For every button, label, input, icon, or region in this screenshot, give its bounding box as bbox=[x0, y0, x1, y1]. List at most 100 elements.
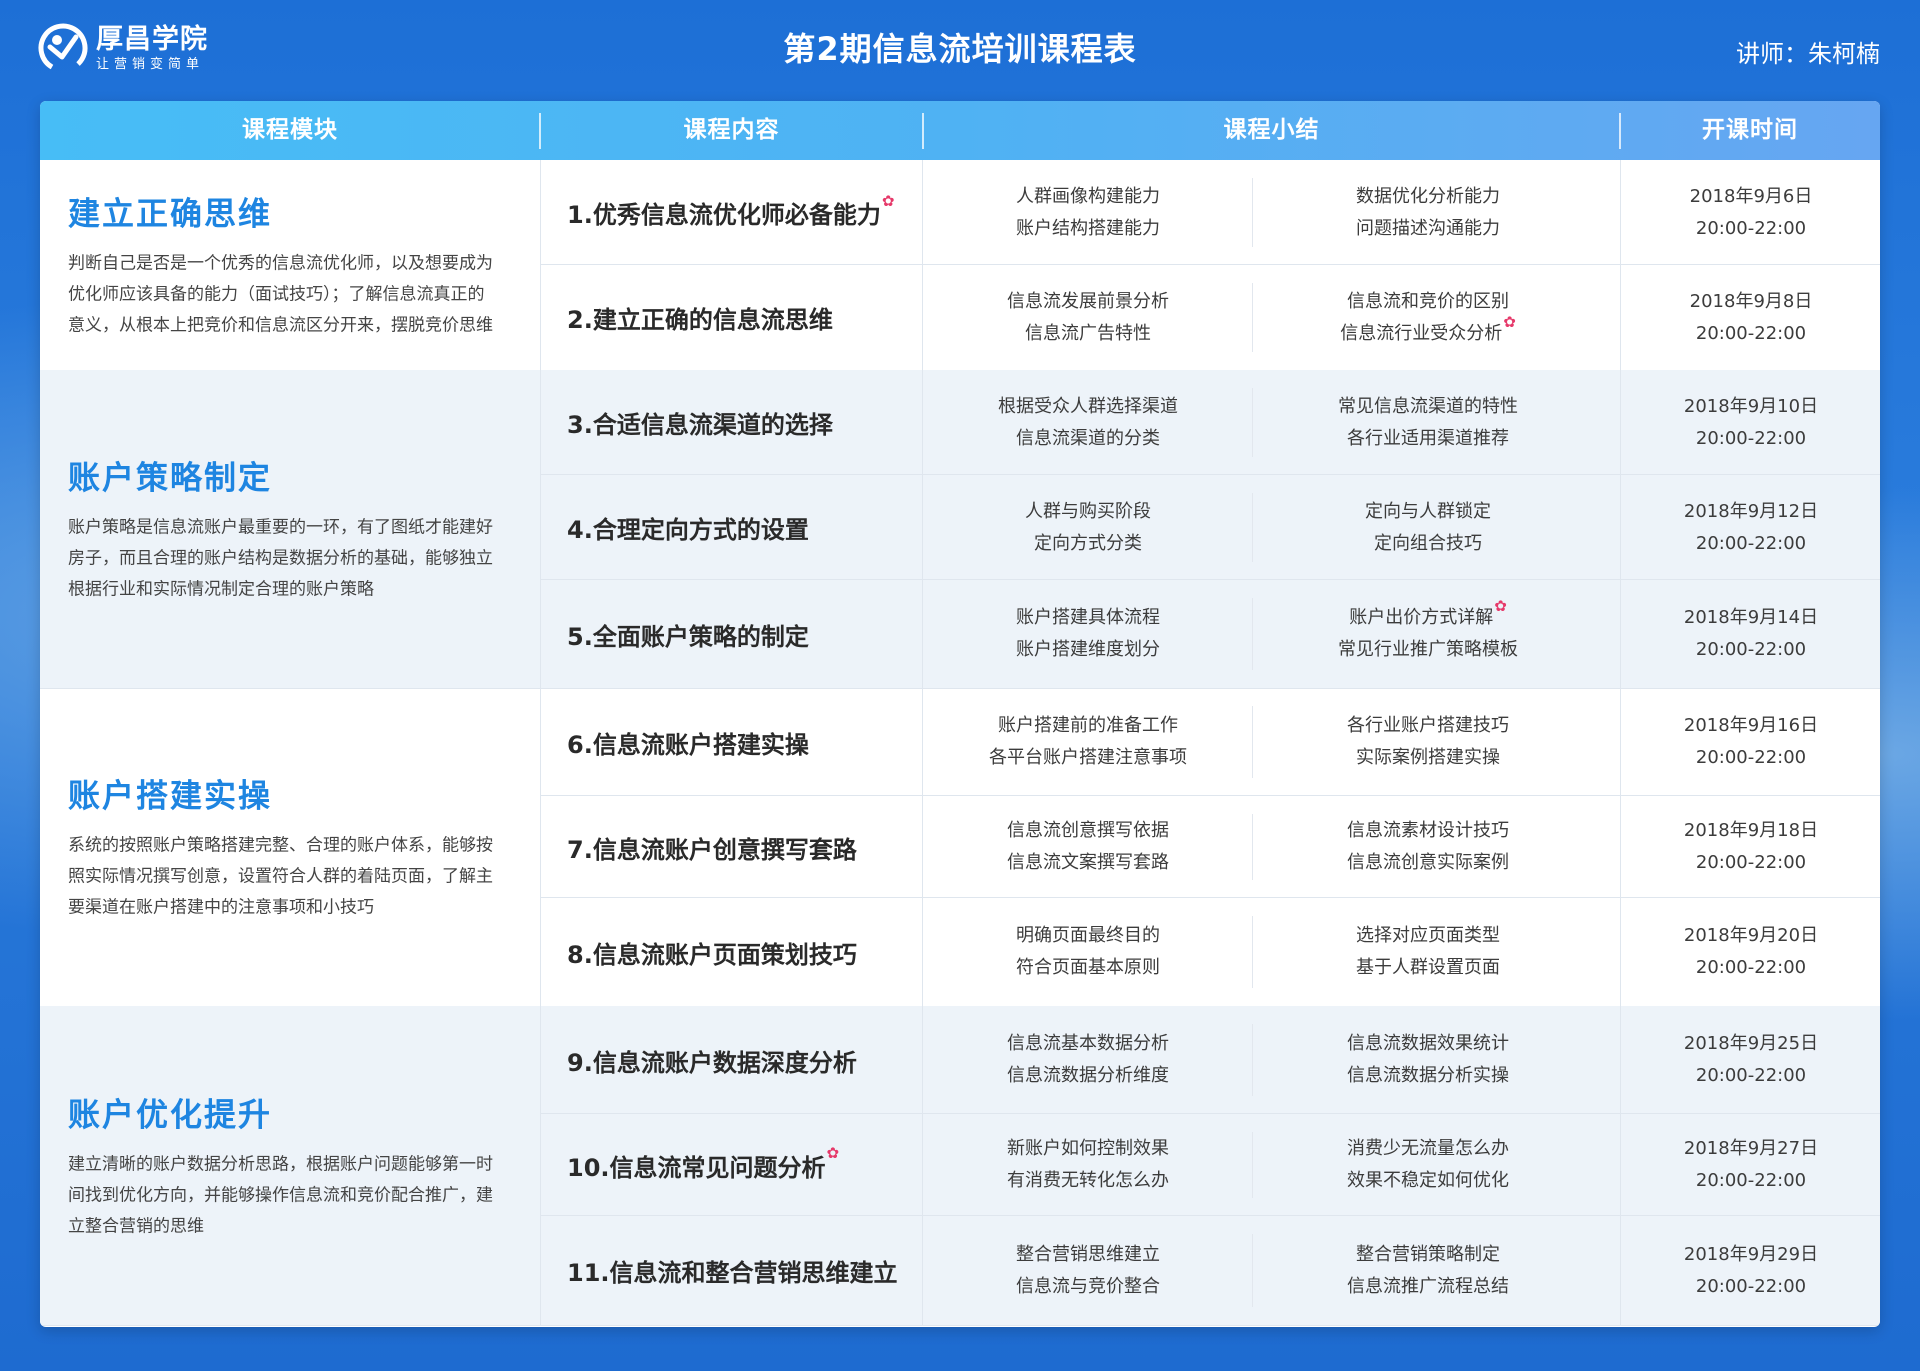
summary-item: 实际案例搭建实操 bbox=[1356, 742, 1500, 774]
module-cell: 账户搭建实操 系统的按照账户策略搭建完整、合理的账户体系，能够按照实际情况撰写创意… bbox=[40, 688, 541, 1006]
summary-item: 选择对应页面类型 bbox=[1356, 920, 1500, 952]
class-time: 20:00-22:00 bbox=[1695, 217, 1807, 239]
summary-item: 基于人群设置页面 bbox=[1356, 952, 1500, 984]
summary-cell: 整合营销策略制定 信息流推广流程总结 bbox=[1253, 1216, 1603, 1325]
module-section: 建立正确思维 判断自己是否是一个优秀的信息流优化师，以及想要成为优化师应该具备的能… bbox=[40, 160, 1880, 371]
summary-text: 整合营销思维建立 bbox=[1016, 1243, 1160, 1265]
summary-text: 信息流创意实际案例 bbox=[1347, 852, 1509, 873]
schedule-time-cell: 2018年9月8日 20:00-22:00 bbox=[1620, 265, 1880, 370]
lesson-cell: 9.信息流账户数据深度分析 bbox=[540, 1006, 923, 1114]
schedule-time-cell: 2018年9月20日 20:00-22:00 bbox=[1620, 898, 1880, 1006]
summary-cell: 常见信息流渠道的特性 各行业适用渠道推荐 bbox=[1253, 370, 1603, 475]
class-date: 2018年9月18日 bbox=[1683, 820, 1819, 841]
summary-text: 整合营销策略制定 bbox=[1356, 1243, 1500, 1265]
summary-cell: 根据受众人群选择渠道信息流渠道的分类 bbox=[923, 370, 1253, 475]
lesson-title: 9.信息流账户数据深度分析 bbox=[567, 1048, 857, 1077]
lesson-title: 10.信息流常见问题分析 bbox=[567, 1153, 826, 1182]
column-header-summary: 课程小结 bbox=[1223, 117, 1320, 143]
summary-text: 定向方式分类 bbox=[1034, 532, 1142, 554]
summary-text: 信息流数据分析维度 bbox=[1007, 1065, 1169, 1086]
module-info: 账户优化提升 建立清晰的账户数据分析思路，根据账户问题能够第一时间找到优化方向，并… bbox=[68, 1089, 500, 1242]
module-title: 账户策略制定 bbox=[68, 458, 273, 497]
summary-item: 新账户如何控制效果 bbox=[1007, 1133, 1169, 1165]
module-title: 账户搭建实操 bbox=[68, 776, 273, 815]
summary-item: 账户出价方式详解✿ bbox=[1349, 597, 1507, 634]
summary-cell: 信息流和竞价的区别 信息流行业受众分析✿ bbox=[1253, 265, 1603, 370]
summary-text: 常见信息流渠道的特性 bbox=[1338, 395, 1518, 417]
module-cell: 账户优化提升 建立清晰的账户数据分析思路，根据账户问题能够第一时间找到优化方向，并… bbox=[40, 1006, 541, 1325]
lesson-title: 7.信息流账户创意撰写套路 bbox=[567, 835, 857, 864]
summary-item: 信息流渠道的分类 bbox=[1016, 423, 1160, 455]
summary-item: 人群画像构建能力 bbox=[1016, 181, 1160, 213]
summary-cell: 各行业账户搭建技巧 实际案例搭建实操 bbox=[1253, 688, 1603, 796]
summary-item: 人群与购买阶段 bbox=[1025, 496, 1151, 528]
lesson-title: 2.建立正确的信息流思维 bbox=[567, 306, 833, 334]
summary-item: 数据优化分析能力 bbox=[1356, 181, 1500, 213]
summary-text: 问题描述沟通能力 bbox=[1356, 217, 1500, 239]
summary-text: 信息流和竞价的区别 bbox=[1347, 290, 1509, 312]
class-date: 2018年9月25日 bbox=[1683, 1033, 1819, 1054]
summary-text: 账户搭建维度划分 bbox=[1016, 639, 1160, 660]
summary-text: 各行业适用渠道推荐 bbox=[1347, 427, 1509, 449]
lesson-cell: 1.优秀信息流优化师必备能力 ✿ bbox=[540, 160, 923, 265]
schedule-time-cell: 2018年9月16日 20:00-22:00 bbox=[1620, 688, 1880, 796]
summary-item: 信息流创意撰写依据 bbox=[1007, 815, 1169, 847]
summary-item: 信息流与竞价整合 bbox=[1016, 1271, 1160, 1303]
lesson-cell: 3.合适信息流渠道的选择 bbox=[540, 370, 923, 475]
summary-cell: 信息流素材设计技巧 信息流创意实际案例 bbox=[1253, 796, 1603, 898]
schedule-time-cell: 2018年9月6日 20:00-22:00 bbox=[1620, 160, 1880, 265]
summary-text: 各平台账户搭建注意事项 bbox=[989, 747, 1187, 768]
schedule-time-cell: 2018年9月18日 20:00-22:00 bbox=[1620, 796, 1880, 898]
summary-text: 账户结构搭建能力 bbox=[1016, 217, 1160, 239]
summary-item: 信息流素材设计技巧 bbox=[1347, 815, 1509, 847]
summary-text: 有消费无转化怎么办 bbox=[1007, 1170, 1169, 1191]
summary-text: 新账户如何控制效果 bbox=[1007, 1138, 1169, 1159]
summary-cell: 消费少无流量怎么办 效果不稳定如何优化 bbox=[1253, 1114, 1603, 1216]
summary-text: 定向与人群锁定 bbox=[1365, 500, 1491, 522]
module-info: 账户搭建实操 系统的按照账户策略搭建完整、合理的账户体系，能够按照实际情况撰写创意… bbox=[68, 771, 500, 924]
table-row: 8.信息流账户页面策划技巧 明确页面最终目的 符合页面基本原则 选择对应页面类型 基于人… bbox=[540, 898, 1880, 1006]
summary-item: 定向与人群锁定 bbox=[1365, 496, 1491, 528]
lesson-title: 4.合理定向方式的设置 bbox=[567, 516, 809, 544]
class-time: 20:00-22:00 bbox=[1695, 1065, 1807, 1086]
lecturer-label: 讲师：朱柯楠 bbox=[1736, 40, 1880, 68]
lesson-title: 5.全面账户策略的制定 bbox=[567, 622, 809, 651]
summary-text: 根据受众人群选择渠道 bbox=[998, 395, 1178, 417]
module-info: 建立正确思维 判断自己是否是一个优秀的信息流优化师，以及想要成为优化师应该具备的能… bbox=[68, 189, 500, 342]
summary-text: 信息流素材设计技巧 bbox=[1347, 820, 1509, 841]
summary-item: 信息流创意实际案例 bbox=[1347, 847, 1509, 879]
lesson-cell: 6.信息流账户搭建实操 bbox=[540, 688, 923, 796]
summary-item: 账户搭建前的准备工作 bbox=[998, 710, 1178, 742]
summary-text: 人群画像构建能力 bbox=[1016, 185, 1160, 207]
module-description: 账户策略是信息流账户最重要的一环，有了图纸才能建好房子，而且合理的账户结构是数据… bbox=[68, 517, 493, 600]
summary-text: 基于人群设置页面 bbox=[1356, 957, 1500, 978]
summary-text: 信息流与竞价整合 bbox=[1016, 1275, 1160, 1297]
summary-item: 账户结构搭建能力 bbox=[1016, 213, 1160, 245]
page-title: 第2期信息流培训课程表 bbox=[783, 30, 1137, 68]
class-date: 2018年9月12日 bbox=[1683, 500, 1819, 522]
summary-item: 常见行业推广策略模板 bbox=[1338, 634, 1518, 666]
summary-text: 信息流创意撰写依据 bbox=[1007, 820, 1169, 841]
summary-item: 效果不稳定如何优化 bbox=[1347, 1165, 1509, 1197]
summary-text: 账户搭建具体流程 bbox=[1016, 607, 1160, 628]
summary-cell: 明确页面最终目的 符合页面基本原则 bbox=[923, 898, 1253, 1006]
class-date: 2018年9月16日 bbox=[1683, 715, 1819, 736]
class-time: 20:00-22:00 bbox=[1695, 1170, 1807, 1191]
class-date: 2018年9月8日 bbox=[1689, 290, 1813, 312]
summary-item: 信息流广告特性 bbox=[1025, 318, 1151, 350]
summary-item: 信息流数据分析维度 bbox=[1007, 1060, 1169, 1092]
table-row: 10.信息流常见问题分析 ✿ 新账户如何控制效果 有消费无转化怎么办 消费少无流量怎么办… bbox=[540, 1114, 1880, 1216]
summary-text: 实际案例搭建实操 bbox=[1356, 747, 1500, 768]
schedule-time-cell: 2018年9月29日 20:00-22:00 bbox=[1620, 1216, 1880, 1325]
summary-text: 人群与购买阶段 bbox=[1025, 500, 1151, 522]
module-section: 账户策略制定账户策略是信息流账户最重要的一环，有了图纸才能建好房子，而且合理的账… bbox=[40, 370, 1880, 689]
table-row: 5.全面账户策略的制定 账户搭建具体流程 账户搭建维度划分 账户出价方式详解✿ 常见行业… bbox=[540, 580, 1880, 688]
module-cell: 建立正确思维 判断自己是否是一个优秀的信息流优化师，以及想要成为优化师应该具备的能… bbox=[40, 160, 541, 370]
schedule-time-cell: 2018年9月12日 20:00-22:00 bbox=[1620, 475, 1880, 580]
class-date: 2018年9月14日 bbox=[1683, 607, 1819, 628]
summary-text: 信息流基本数据分析 bbox=[1007, 1033, 1169, 1054]
table-row: 6.信息流账户搭建实操 账户搭建前的准备工作各平台账户搭建注意事项 各行业账户搭建技… bbox=[540, 688, 1880, 796]
summary-text: 账户出价方式详解 bbox=[1349, 607, 1494, 628]
class-time: 20:00-22:00 bbox=[1695, 747, 1807, 768]
column-header-content: 课程内容 bbox=[683, 117, 780, 143]
